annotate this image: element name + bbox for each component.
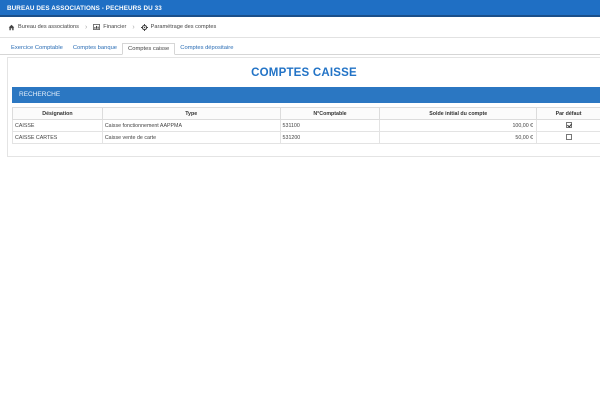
breadcrumb-separator: › (132, 23, 135, 31)
column-header-designation[interactable]: Désignation (12, 107, 103, 120)
column-header-solde[interactable]: Solde initial du compte (379, 107, 538, 120)
app-header: BUREAU DES ASSOCIATIONS - PECHEURS DU 33 (0, 0, 600, 17)
cell-numero: 531200 (279, 131, 381, 144)
breadcrumb-label: Paramétrage des comptes (150, 24, 217, 30)
page-title: COMPTES CAISSE (251, 67, 357, 79)
cell-par-defaut (536, 119, 600, 132)
column-header-type[interactable]: Type (101, 107, 281, 120)
column-header-numero[interactable]: N°Comptable (279, 107, 381, 120)
content-panel: COMPTES CAISSE RECHERCHE Désignation Typ… (7, 57, 600, 157)
table-row[interactable]: CAISSE CARTES Caisse vente de carte 5312… (12, 131, 600, 144)
gear-icon (140, 23, 148, 31)
tab-exercice-comptable[interactable]: Exercice Comptable (6, 43, 68, 55)
cell-par-defaut (536, 131, 600, 144)
breadcrumb-separator: › (84, 23, 88, 31)
app-title: BUREAU DES ASSOCIATIONS - PECHEURS DU 33 (7, 5, 162, 12)
chart-icon (93, 24, 101, 30)
cell-numero: 531100 (279, 119, 381, 132)
table-header-row: Désignation Type N°Comptable Solde initi… (12, 107, 600, 120)
cell-type: Caisse fonctionnement AAPPMA (101, 119, 281, 132)
tab-comptes-banque[interactable]: Comptes banque (68, 43, 122, 55)
breadcrumb: Bureau des associations › Financier › Pa… (0, 17, 600, 38)
tab-bar: Exercice Comptable Comptes banque Compte… (0, 43, 600, 55)
breadcrumb-label: Bureau des associations (18, 24, 79, 30)
breadcrumb-item-financier[interactable]: Financier (93, 24, 126, 30)
cell-type: Caisse vente de carte (101, 131, 281, 144)
tab-comptes-caisse[interactable]: Comptes caisse (122, 43, 176, 55)
breadcrumb-item-bureau[interactable]: Bureau des associations (8, 24, 79, 31)
breadcrumb-label: Financier (103, 24, 127, 30)
home-icon (8, 24, 15, 30)
accounts-table: Désignation Type N°Comptable Solde initi… (12, 107, 600, 144)
default-checkbox[interactable] (565, 122, 572, 129)
cell-solde: 100,00 € (379, 119, 538, 132)
cell-designation: CAISSE (12, 119, 103, 132)
cell-designation: CAISSE CARTES (12, 131, 103, 144)
cell-solde: 50,00 € (379, 131, 538, 144)
default-checkbox[interactable] (565, 134, 572, 141)
tab-comptes-depositaire[interactable]: Comptes dépositaire (175, 43, 238, 55)
search-label: RECHERCHE (19, 91, 61, 98)
column-header-par-defaut[interactable]: Par défaut (536, 107, 600, 120)
breadcrumb-item-parametrage[interactable]: Paramétrage des comptes (140, 23, 217, 31)
search-toggle-bar[interactable]: RECHERCHE (12, 87, 600, 103)
table-row[interactable]: CAISSE Caisse fonctionnement AAPPMA 5311… (12, 119, 600, 132)
